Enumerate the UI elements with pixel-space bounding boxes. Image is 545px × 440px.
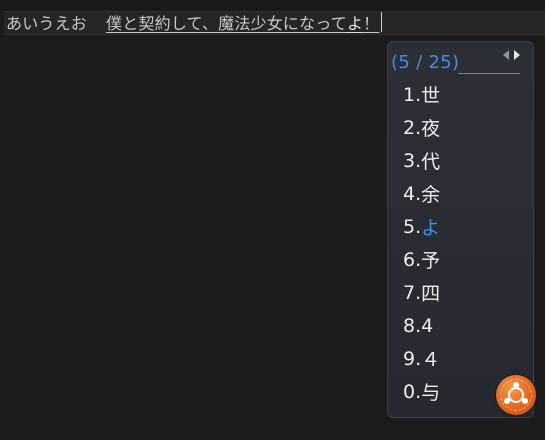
candidate-word: 4 xyxy=(421,314,434,337)
candidate-list: 1. 世 2. 夜 3. 代 4. 余 5. よ 6. 予 7. 四 8. 4 9. ４ 0. 与 xyxy=(403,78,440,408)
candidate-window: (5 / 25) 1. 世 2. 夜 3. 代 4. 余 5. よ 6. 予 7. 四 8. 4 xyxy=(387,41,534,418)
ubuntu-logo-icon[interactable] xyxy=(496,375,536,415)
candidate-index: 8. xyxy=(403,314,422,337)
candidate-counter: (5 / 25) xyxy=(391,52,460,73)
text-input-content[interactable]: あいうえお 僕と契約して、魔法少女になって よ ！ xyxy=(6,11,383,33)
candidate-item[interactable]: 9. ４ xyxy=(403,342,440,375)
logo-dot-right xyxy=(522,398,528,404)
logo-dot-top xyxy=(513,382,519,388)
candidate-word: 四 xyxy=(421,283,441,305)
candidate-word: 予 xyxy=(421,250,441,272)
text-caret xyxy=(381,12,383,32)
logo-dot-left xyxy=(504,398,510,404)
preedit-tail: ！ xyxy=(363,14,380,33)
candidate-item[interactable]: 6. 予 xyxy=(403,243,440,276)
candidate-index: 5. xyxy=(403,215,422,238)
candidate-item[interactable]: 8. 4 xyxy=(403,309,440,342)
candidate-index: 6. xyxy=(403,248,422,271)
candidate-index: 1. xyxy=(403,83,422,106)
candidate-index: 0. xyxy=(403,380,422,403)
counter-underline xyxy=(458,73,520,74)
candidate-index: 3. xyxy=(403,149,422,172)
candidate-item[interactable]: 2. 夜 xyxy=(403,111,440,144)
candidate-item-selected[interactable]: 5. よ xyxy=(403,210,440,243)
candidate-item[interactable]: 0. 与 xyxy=(403,375,440,408)
candidate-word: 余 xyxy=(421,184,441,206)
candidate-item[interactable]: 3. 代 xyxy=(403,144,440,177)
candidate-word: よ xyxy=(421,217,441,239)
preedit-current-segment: よ xyxy=(346,14,364,33)
page-navigation xyxy=(501,49,523,61)
candidate-index: 4. xyxy=(403,182,422,205)
candidate-word: ４ xyxy=(421,349,441,371)
candidate-index: 2. xyxy=(403,116,422,139)
triangle-right-icon[interactable] xyxy=(514,50,520,60)
candidate-index: 9. xyxy=(403,347,422,370)
candidate-item[interactable]: 7. 四 xyxy=(403,276,440,309)
candidate-item[interactable]: 4. 余 xyxy=(403,177,440,210)
candidate-index: 7. xyxy=(403,281,422,304)
candidate-word: 与 xyxy=(421,382,441,404)
candidate-word: 世 xyxy=(421,85,441,107)
candidate-item[interactable]: 1. 世 xyxy=(403,78,440,111)
candidate-word: 夜 xyxy=(421,118,441,140)
preedit-text: 僕と契約して、魔法少女になって xyxy=(106,14,347,33)
triangle-left-icon[interactable] xyxy=(503,50,509,60)
candidate-word: 代 xyxy=(421,151,441,173)
committed-text: あいうえお xyxy=(6,14,88,33)
